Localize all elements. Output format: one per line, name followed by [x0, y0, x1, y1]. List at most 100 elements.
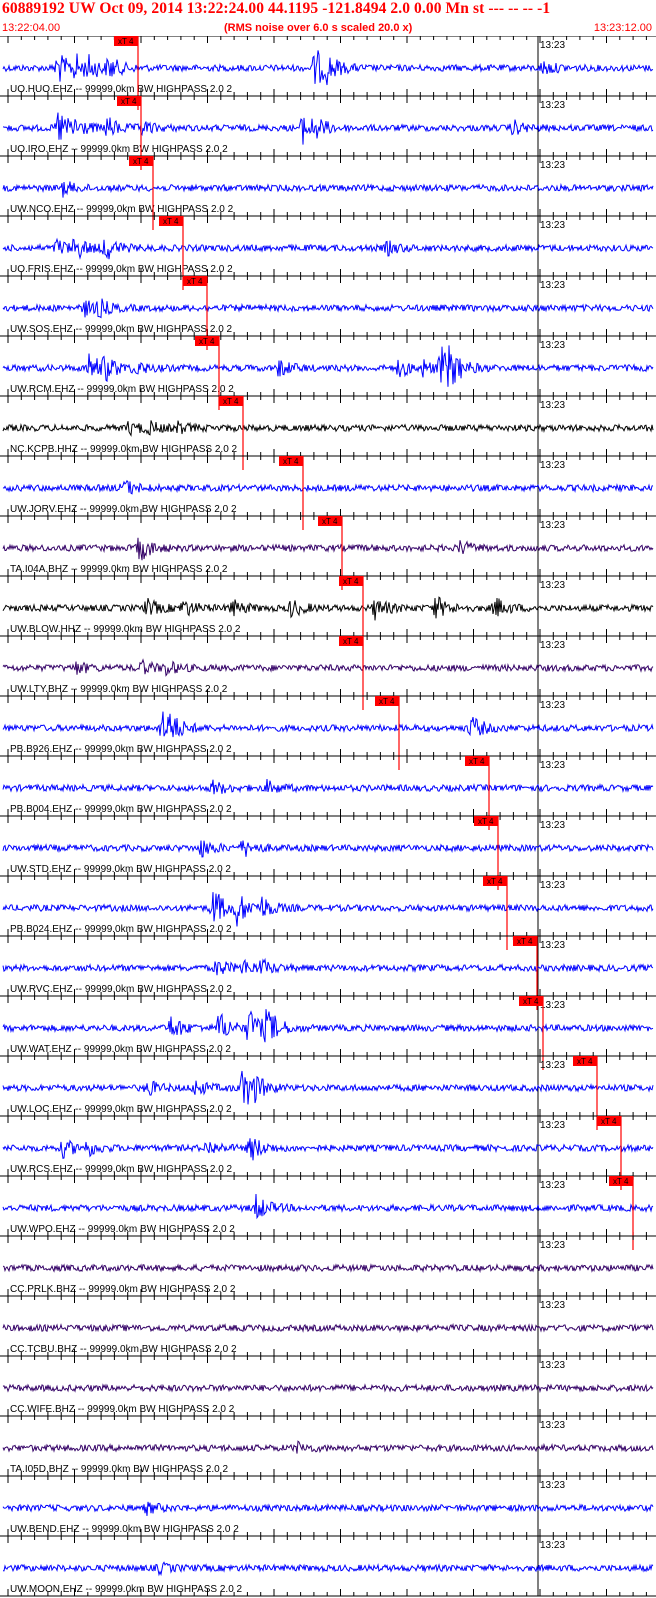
trace-row: 13:23 NC.KCPB.HHZ -- 99999.0km BW HIGHPAS… [0, 395, 656, 470]
trace-row: 13:23 PB.B004.EHZ -- 99999.0km BW HIGHPAS… [0, 755, 656, 830]
waveform [2, 345, 654, 387]
header: 60889192 UW Oct 09, 2014 13:22:24.00 44.… [0, 0, 656, 38]
trace-row: 13:23 UW.WPO.EHZ -- 99999.0km BW HIGHPASS… [0, 1175, 656, 1250]
waveform [2, 1322, 654, 1334]
minute-label: 13:23 [540, 1060, 565, 1071]
trace-row: 13:23 UW.LTY.BHZ -- 99999.0km BW HIGHPASS… [0, 635, 656, 710]
station-label: TA.I04A.BHZ -- 99999.0km BW HIGHPASS 2.0… [10, 564, 228, 575]
trace-row: 13:23 UW.RVC.EHZ -- 99999.0km BW HIGHPASS… [0, 935, 656, 1010]
pick-label: xT 4 [478, 817, 494, 826]
seismogram-plot: 13:23 UO.HUO.EHZ -- 99999.0km BW HIGHPASS… [0, 36, 656, 1597]
minute-label: 13:23 [540, 1180, 565, 1191]
pick-label: xT 4 [613, 1177, 629, 1186]
trace-row: 13:23 UO.IRO.EHZ -- 99999.0km BW HIGHPASS… [0, 95, 656, 170]
pick-label: xT 4 [487, 877, 503, 886]
pick-label: xT 4 [469, 757, 485, 766]
pick-label: xT 4 [523, 997, 539, 1006]
minute-label: 13:23 [540, 1120, 565, 1131]
station-label: UW.RVC.EHZ -- 99999.0km BW HIGHPASS 2.0 … [10, 984, 232, 995]
pick-label: xT 4 [343, 577, 359, 586]
waveform [2, 779, 654, 795]
station-label: UW.BLOW.HHZ -- 99999.0km BW HIGHPASS 2.0… [10, 624, 241, 635]
waveform [2, 298, 654, 319]
scale-note: (RMS noise over 6.0 s scaled 20.0 x) [224, 22, 413, 34]
trace-row: 13:23 UW.NCO.EHZ -- 99999.0km BW HIGHPASS… [0, 155, 656, 230]
station-label: UW.WPO.EHZ -- 99999.0km BW HIGHPASS 2.0 … [10, 1224, 235, 1235]
pick-label: xT 4 [601, 1117, 617, 1126]
trace-row: 13:23 TA.I04A.BHZ -- 99999.0km BW HIGHPAS… [0, 515, 656, 590]
station-label: UW.SOS.EHZ -- 99999.0km BW HIGHPASS 2.0 … [10, 324, 233, 335]
minute-label: 13:23 [540, 640, 565, 651]
trace-row: 13:23 UO.HUO.EHZ -- 99999.0km BW HIGHPASS… [0, 36, 656, 110]
trace-row: 13:23 UW.WAT.EHZ -- 99999.0km BW HIGHPASS… [0, 995, 656, 1070]
end-time: 13:23:12.00 [593, 22, 652, 34]
waveform [2, 596, 654, 621]
minute-label: 13:23 [540, 1300, 565, 1311]
minute-label: 13:23 [540, 40, 565, 51]
waveform [2, 1440, 654, 1454]
trace-row: 13:23 UW.BLOW.HHZ -- 99999.0km BW HIGHPAS… [0, 575, 656, 650]
waveform [2, 537, 654, 561]
minute-label: 13:23 [540, 280, 565, 291]
station-label: CC.TCBU.BHZ -- 99999.0km BW HIGHPASS 2.0… [10, 1344, 237, 1355]
minute-label: 13:23 [540, 1540, 565, 1551]
minute-label: 13:23 [540, 340, 565, 351]
station-label: UW.LTY.BHZ -- 99999.0km BW HIGHPASS 2.0 … [10, 684, 228, 695]
pick-label: xT 4 [199, 337, 215, 346]
station-label: UW.MOON.EHZ -- 99999.0km BW HIGHPASS 2.0… [10, 1584, 243, 1595]
trace-row: 13:23 UW.STD.EHZ -- 99999.0km BW HIGHPASS… [0, 815, 656, 890]
minute-label: 13:23 [540, 1480, 565, 1491]
waveform [2, 1009, 654, 1043]
pick-label: xT 4 [343, 637, 359, 646]
waveform [2, 420, 654, 437]
trace-row: 13:23 UW.RCM.EHZ -- 99999.0km BW HIGHPASS… [0, 335, 656, 410]
station-label: PB.B024.EHZ -- 99999.0km BW HIGHPASS 2.0… [10, 924, 232, 935]
minute-label: 13:23 [540, 940, 565, 951]
waveform [2, 1383, 654, 1394]
trace-row: 13:23 UW.LOC.EHZ -- 99999.0km BW HIGHPASS… [0, 1055, 656, 1130]
minute-label: 13:23 [540, 160, 565, 171]
waveform [2, 237, 654, 260]
pick-label: xT 4 [133, 157, 149, 166]
station-label: UW.STD.EHZ -- 99999.0km BW HIGHPASS 2.0 … [10, 864, 231, 875]
waveform [2, 1263, 654, 1274]
pick-label: xT 4 [223, 397, 239, 406]
trace-row: 13:23 UW.MOON.EHZ -- 99999.0km BW HIGHPAS… [0, 1535, 656, 1596]
trace-row: 13:23 TA.I05D.BHZ -- 99999.0km BW HIGHPAS… [0, 1415, 656, 1476]
pick-label: xT 4 [577, 1057, 593, 1066]
trace-row: 13:23 PB.B926.EHZ -- 99999.0km BW HIGHPAS… [0, 695, 656, 770]
minute-label: 13:23 [540, 220, 565, 231]
minute-label: 13:23 [540, 520, 565, 531]
waveform [2, 1501, 654, 1516]
station-label: UW.RCM.EHZ -- 99999.0km BW HIGHPASS 2.0 … [10, 384, 234, 395]
minute-label: 13:23 [540, 820, 565, 831]
station-label: UW.RCS.EHZ -- 99999.0km BW HIGHPASS 2.0 … [10, 1164, 233, 1175]
trace-row: 13:23 UW.SOS.EHZ -- 99999.0km BW HIGHPASS… [0, 275, 656, 350]
pick-label: xT 4 [379, 697, 395, 706]
trace-row: 13:23 PB.B024.EHZ -- 99999.0km BW HIGHPAS… [0, 875, 656, 950]
pick-label: xT 4 [283, 457, 299, 466]
waveform [2, 892, 654, 927]
minute-label: 13:23 [540, 400, 565, 411]
station-label: UW.BEND.EHZ -- 99999.0km BW HIGHPASS 2.0… [10, 1524, 239, 1535]
trace-row: 13:23 UW.BEND.EHZ -- 99999.0km BW HIGHPAS… [0, 1475, 656, 1536]
station-label: CC.PRLK.BHZ -- 99999.0km BW HIGHPASS 2.0… [10, 1284, 236, 1295]
waveform [2, 711, 654, 738]
pick-label: xT 4 [517, 937, 533, 946]
station-label: UO.HUO.EHZ -- 99999.0km BW HIGHPASS 2.0 … [10, 84, 233, 95]
waveform [2, 1193, 654, 1220]
pick-label: xT 4 [121, 97, 137, 106]
pick-label: xT 4 [322, 517, 338, 526]
waveform [2, 957, 654, 976]
minute-label: 13:23 [540, 1240, 565, 1251]
waveform [2, 1070, 654, 1105]
waveform [2, 50, 654, 86]
minute-label: 13:23 [540, 1000, 565, 1011]
trace-row: 13:23 CC.PRLK.BHZ -- 99999.0km BW HIGHPAS… [0, 1235, 656, 1296]
trace-row: 13:23 CC.TCBU.BHZ -- 99999.0km BW HIGHPAS… [0, 1295, 656, 1356]
trace-row: 13:23 UW.RCS.EHZ -- 99999.0km BW HIGHPASS… [0, 1115, 656, 1190]
station-label: TA.I05D.BHZ -- 99999.0km BW HIGHPASS 2.0… [10, 1464, 228, 1475]
station-label: UW.NCO.EHZ -- 99999.0km BW HIGHPASS 2.0 … [10, 204, 234, 215]
station-label: UW.LOC.EHZ -- 99999.0km BW HIGHPASS 2.0 … [10, 1104, 232, 1115]
station-label: UW.JORV.EHZ -- 99999.0km BW HIGHPASS 2.0… [10, 504, 237, 515]
